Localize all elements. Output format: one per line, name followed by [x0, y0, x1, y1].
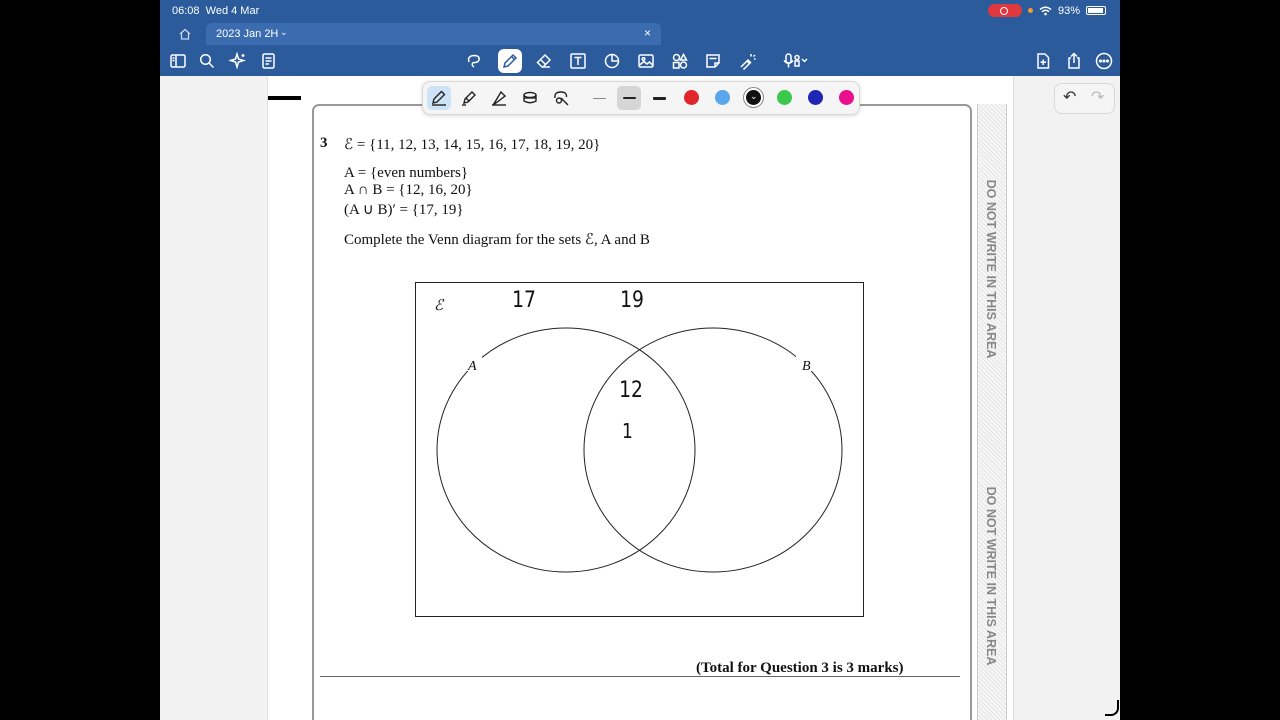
- left-gutter: [160, 76, 268, 720]
- mic-indicator-icon: [1027, 8, 1033, 13]
- status-indicators: 93%: [987, 4, 1106, 17]
- image-icon[interactable]: [634, 49, 658, 73]
- handwritten-17: 17: [512, 288, 536, 313]
- universal-set-symbol: ℰ: [434, 298, 444, 314]
- right-gutter: [1013, 76, 1120, 720]
- color-swatch-light-blue[interactable]: [715, 90, 730, 105]
- pen-icon[interactable]: [498, 49, 522, 73]
- status-date: Wed 4 Mar: [205, 5, 260, 17]
- close-icon[interactable]: ×: [644, 26, 651, 40]
- complement-line: (A ∪ B)′ = {17, 19}: [344, 202, 464, 218]
- add-page-icon[interactable]: [1031, 49, 1055, 73]
- label-a: A: [468, 359, 477, 374]
- more-icon[interactable]: [1092, 49, 1116, 73]
- status-bar: 06:08 Wed 4 Mar 93%: [160, 0, 1120, 22]
- microphone-icon[interactable]: [778, 49, 812, 73]
- lasso-icon[interactable]: [462, 49, 486, 73]
- venn-circles: [436, 327, 843, 573]
- text-box-icon[interactable]: [566, 49, 590, 73]
- pen-options-toolbar: ⌄: [422, 81, 860, 115]
- screen-recording-icon[interactable]: [987, 4, 1022, 17]
- color-swatch-black[interactable]: ⌄: [746, 90, 761, 105]
- sticky-note-icon[interactable]: [701, 49, 725, 73]
- status-time-date: 06:08 Wed 4 Mar: [172, 5, 259, 17]
- redo-icon: ↷: [1091, 89, 1105, 106]
- ipad-screen: DO NOT WRITE IN THIS AREA DO NOT WRITE I…: [160, 0, 1120, 720]
- handwritten-partial-number: 1: [621, 419, 633, 443]
- elements-icon[interactable]: [668, 49, 692, 73]
- status-time: 06:08: [172, 5, 200, 17]
- eraser-icon[interactable]: [532, 49, 556, 73]
- highlighter-icon[interactable]: [457, 86, 481, 110]
- instruction-line: Complete the Venn diagram for the sets ℰ…: [344, 232, 650, 248]
- set-a-line: A = {even numbers}: [344, 165, 469, 181]
- tab-bar: 2023 Jan 2H ⌄ ×: [160, 23, 1120, 45]
- color-swatch-magenta[interactable]: [839, 90, 854, 105]
- sparkle-icon[interactable]: [226, 49, 250, 73]
- eraser-tool-icon[interactable]: [518, 86, 542, 110]
- universal-set-line: ℰ = {11, 12, 13, 14, 15, 16, 17, 18, 19,…: [344, 137, 601, 153]
- color-swatch-navy[interactable]: [808, 90, 823, 105]
- color-swatch-green[interactable]: [777, 90, 792, 105]
- sidebar-icon[interactable]: [166, 49, 190, 73]
- app-header: 06:08 Wed 4 Mar 93% 2023 Jan 2H ⌄ ×: [160, 0, 1120, 76]
- chevron-down-icon: ⌄: [750, 91, 758, 101]
- handwritten-19: 19: [620, 288, 644, 313]
- total-marks: (Total for Question 3 is 3 marks): [696, 660, 904, 676]
- battery-icon: [1086, 6, 1106, 15]
- chevron-down-icon[interactable]: ⌄: [280, 27, 288, 38]
- share-icon[interactable]: [1062, 49, 1086, 73]
- home-icon[interactable]: [178, 27, 192, 41]
- color-swatch-red[interactable]: [684, 90, 699, 105]
- intersection-line: A ∩ B = {12, 16, 20}: [344, 182, 473, 198]
- fountain-pen-icon[interactable]: [487, 86, 511, 110]
- document-list-icon[interactable]: [257, 49, 281, 73]
- stroke-thick-button[interactable]: [647, 86, 671, 110]
- undo-icon[interactable]: ↶: [1063, 87, 1076, 107]
- label-b: B: [802, 359, 811, 374]
- document-tab[interactable]: 2023 Jan 2H ⌄ ×: [206, 23, 661, 45]
- search-icon[interactable]: [195, 49, 219, 73]
- main-toolbar: [160, 46, 1120, 76]
- wifi-icon: [1039, 6, 1052, 15]
- tab-title: 2023 Jan 2H: [216, 28, 279, 40]
- stroke-medium-button[interactable]: [617, 86, 641, 110]
- stroke-thin-button[interactable]: [587, 86, 611, 110]
- lasso-tool-icon[interactable]: [549, 86, 573, 110]
- pen-tool-icon[interactable]: [427, 86, 451, 110]
- margin-warning-text: DO NOT WRITE IN THIS AREA: [984, 179, 998, 359]
- laser-pointer-icon[interactable]: [735, 49, 759, 73]
- shapes-icon[interactable]: [600, 49, 624, 73]
- question-divider: [320, 676, 960, 677]
- undo-redo-group: ↶ ↷: [1054, 83, 1115, 114]
- battery-percent: 93%: [1057, 4, 1080, 17]
- margin-warning-text: DO NOT WRITE IN THIS AREA: [984, 486, 998, 666]
- handwritten-12: 12: [619, 378, 643, 403]
- question-number: 3: [320, 135, 328, 151]
- page-edge-mark: [268, 96, 301, 100]
- venn-diagram[interactable]: ℰ A B 17 19 12 1: [415, 282, 864, 617]
